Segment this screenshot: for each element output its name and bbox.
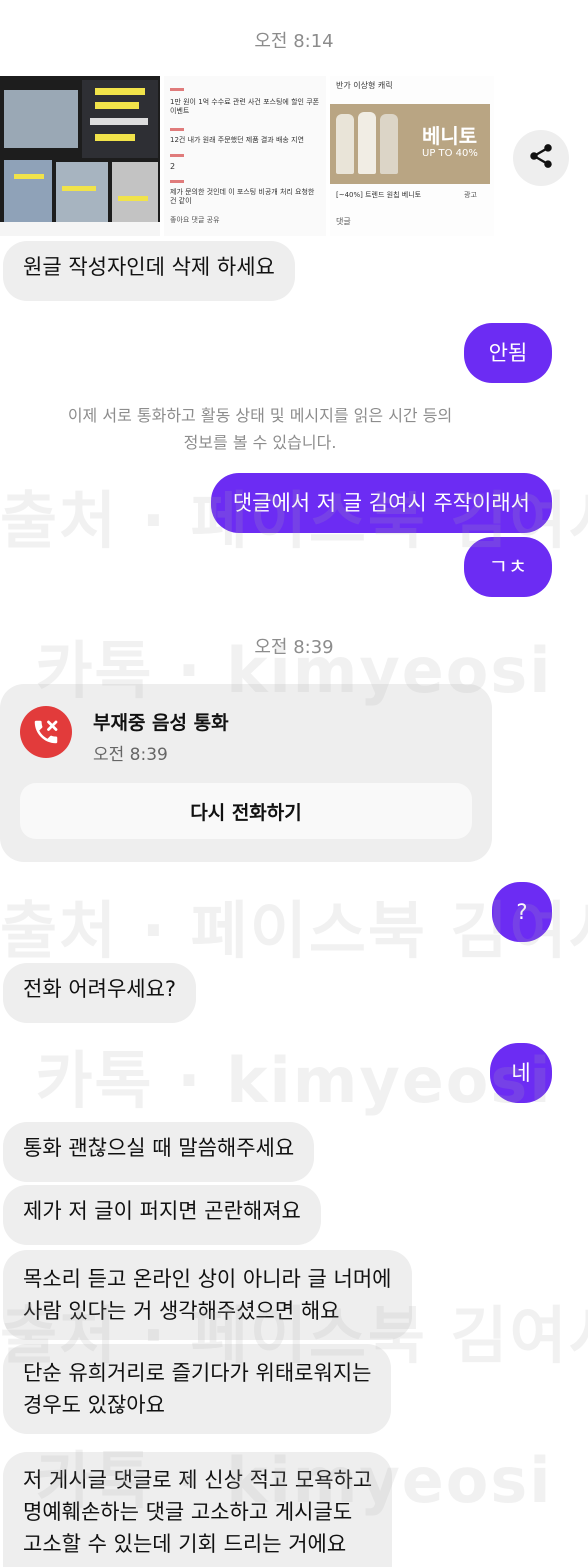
message-incoming[interactable]: 단순 유희거리로 즐기다가 위태로워지는 경우도 있잖아요 <box>3 1344 392 1434</box>
system-notice: 이제 서로 통화하고 활동 상태 및 메시지를 읽은 시간 등의 정보를 볼 수… <box>67 406 453 452</box>
ad-caption: [~40%] 트렌드 원칩 베니토 <box>336 191 422 199</box>
message-incoming[interactable]: 목소리 듣고 온라인 상이 아니라 글 너머에 사람 있다는 거 생각해주셨으면… <box>3 1250 412 1340</box>
ad-banner-title: 베니토 <box>422 124 478 148</box>
comment-line: 1만 원이 1억 수수료 관련 사건 포스팅에 할인 쿠폰 이벤트 <box>170 98 320 115</box>
missed-call-time: 오전 8:39 <box>93 745 168 765</box>
ad-tag: 광고 <box>464 191 477 199</box>
message-outgoing[interactable]: 네 <box>490 1043 552 1103</box>
attachment-image-comments[interactable]: 1만 원이 1억 수수료 관련 사건 포스팅에 할인 쿠폰 이벤트 12건 내가… <box>164 76 326 236</box>
missed-call-title: 부재중 음성 통화 <box>93 712 229 734</box>
timestamp: 오전 8:14 <box>254 31 334 52</box>
missed-call-card: 부재중 음성 통화 오전 8:39 다시 전화하기 <box>0 684 492 862</box>
attachment-image-ad[interactable]: 반가 이상형 캐릭 베니토 UP TO 40% [~40%] 트렌드 원칩 베니… <box>330 76 494 236</box>
callback-button[interactable]: 다시 전화하기 <box>20 783 472 839</box>
comment-line: 12건 내가 원래 주문했던 제품 결과 배송 지연 <box>170 136 304 144</box>
message-outgoing[interactable]: 댓글에서 저 글 김여시 주작이래서 <box>210 473 552 533</box>
message-outgoing[interactable]: ㄱㅊ <box>464 537 552 597</box>
phone-missed-icon <box>20 706 72 758</box>
ad-comment: 댓글 <box>336 217 351 226</box>
comment-line: 제가 문의한 것인데 이 포스팅 비공개 처리 요청한 건 같이 <box>170 188 315 205</box>
message-outgoing[interactable]: ? <box>492 882 552 942</box>
message-incoming[interactable]: 전화 어려우세요? <box>3 963 197 1023</box>
attachment-image-chat-grid[interactable] <box>0 76 160 236</box>
message-incoming[interactable]: 통화 괜찮으실 때 말씀해주세요 <box>3 1122 315 1182</box>
message-incoming[interactable]: 원글 작성자인데 삭제 하세요 <box>3 241 295 301</box>
message-incoming[interactable]: 저 게시글 댓글로 제 신상 적고 모욕하고 명예훼손하는 댓글 고소하고 게시… <box>3 1452 393 1567</box>
ad-banner-sub: UP TO 40% <box>422 148 478 159</box>
ad-header: 반가 이상형 캐릭 <box>336 81 393 90</box>
comment-line: 2 <box>170 162 176 171</box>
ad-banner: 베니토 UP TO 40% <box>330 104 490 184</box>
share-icon <box>527 142 555 174</box>
share-button[interactable] <box>513 130 569 186</box>
timestamp: 오전 8:39 <box>254 637 334 658</box>
message-incoming[interactable]: 제가 저 글이 퍼지면 곤란해져요 <box>3 1185 321 1245</box>
message-outgoing[interactable]: 안됨 <box>464 323 552 383</box>
comment-footer: 좋아요 댓글 공유 <box>170 216 220 224</box>
